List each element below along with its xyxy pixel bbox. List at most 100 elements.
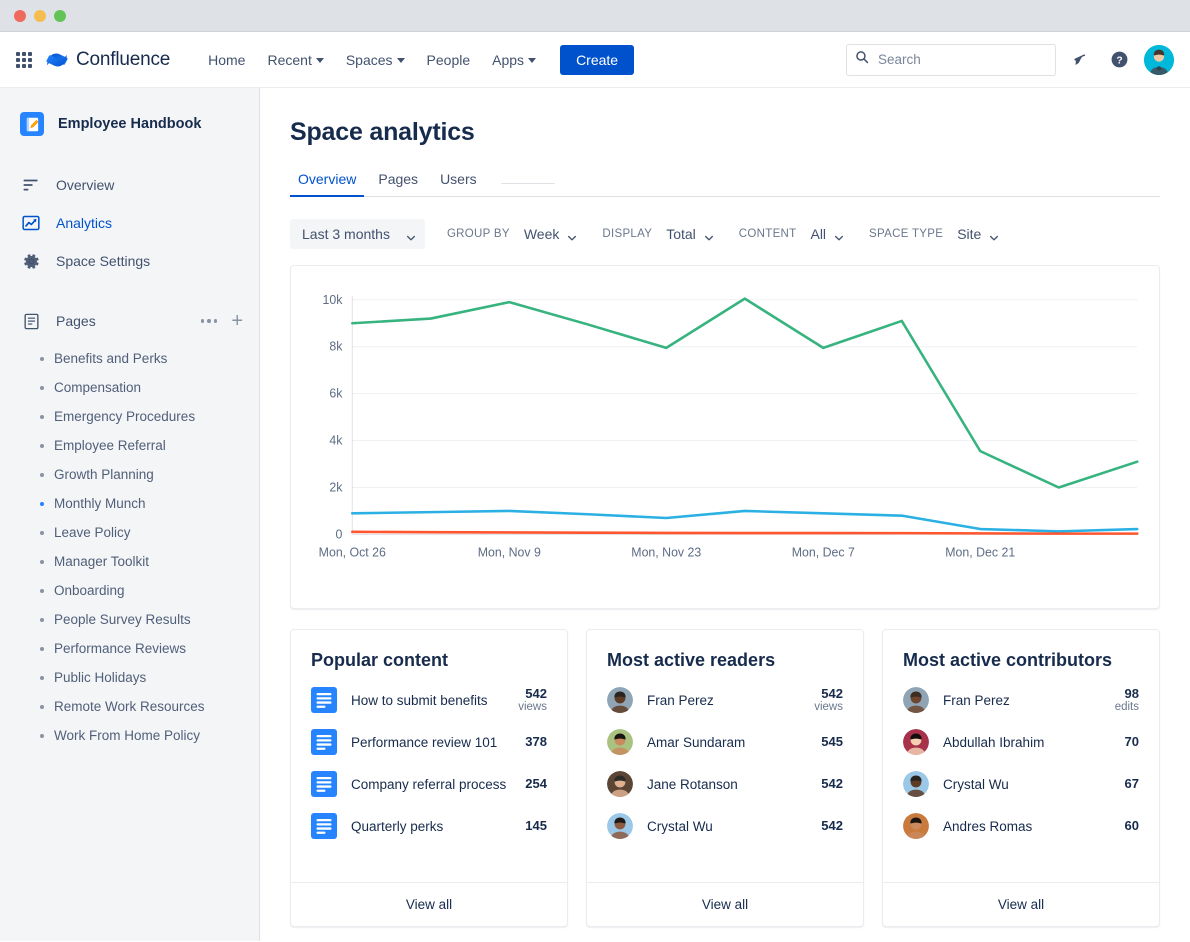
space-type-label: SPACE TYPE xyxy=(869,228,943,240)
view-all-link[interactable]: View all xyxy=(291,882,567,926)
sidebar-page-item-label: Compensation xyxy=(54,380,141,395)
sidebar-page-item[interactable]: Remote Work Resources xyxy=(0,692,259,721)
summary-card-list: How to submit benefits542views Performan… xyxy=(291,677,567,882)
list-item-metric-value: 545 xyxy=(821,735,843,749)
space-type-value: Site xyxy=(957,226,981,242)
sidebar-page-item[interactable]: Public Holidays xyxy=(0,663,259,692)
sidebar-page-item[interactable]: Emergency Procedures xyxy=(0,402,259,431)
sidebar-page-item-label: Employee Referral xyxy=(54,438,166,453)
plus-icon[interactable]: + xyxy=(231,314,243,328)
main-content: Space analytics Overview Pages Users Las… xyxy=(260,88,1190,941)
sidebar-page-item[interactable]: Leave Policy xyxy=(0,518,259,547)
nav-item-apps-label: Apps xyxy=(492,52,524,68)
notebook-pencil-icon xyxy=(20,112,44,136)
list-item[interactable]: Crystal Wu67 xyxy=(903,763,1139,805)
bullet-icon xyxy=(40,473,44,477)
list-item[interactable]: Fran Perez542views xyxy=(607,679,843,721)
list-item[interactable]: Andres Romas60 xyxy=(903,805,1139,847)
search-box[interactable] xyxy=(846,44,1056,76)
sidebar-item-analytics[interactable]: Analytics xyxy=(0,204,259,242)
user-avatar[interactable] xyxy=(1144,45,1174,75)
sidebar-page-item[interactable]: Monthly Munch xyxy=(0,489,259,518)
tabs-overflow-divider xyxy=(501,183,555,184)
window-close-button[interactable] xyxy=(14,10,26,22)
bullet-icon xyxy=(40,415,44,419)
sidebar-page-item[interactable]: Onboarding xyxy=(0,576,259,605)
date-range-dropdown[interactable]: Last 3 months xyxy=(290,219,425,249)
list-item[interactable]: Performance review 101 378 xyxy=(311,721,547,763)
tab-users[interactable]: Users xyxy=(432,165,485,197)
display-dropdown[interactable]: Total xyxy=(662,222,717,246)
sidebar-page-item[interactable]: Performance Reviews xyxy=(0,634,259,663)
sidebar-page-item[interactable]: Benefits and Perks xyxy=(0,344,259,373)
confluence-home-link[interactable]: Confluence xyxy=(46,49,170,71)
view-all-link[interactable]: View all xyxy=(883,882,1159,926)
nav-item-people-label: People xyxy=(427,52,471,68)
list-item[interactable]: Amar Sundaram 545 xyxy=(607,721,843,763)
sidebar-item-space-settings[interactable]: Space Settings xyxy=(0,242,259,280)
avatar xyxy=(903,687,929,713)
sidebar-page-item[interactable]: Compensation xyxy=(0,373,259,402)
list-item-metric: 542 xyxy=(821,777,843,791)
list-item-metric-value: 254 xyxy=(525,777,547,791)
list-item-label: Fran Perez xyxy=(943,693,1101,708)
list-item[interactable]: Abdullah Ibrahim70 xyxy=(903,721,1139,763)
tab-overview[interactable]: Overview xyxy=(290,165,364,197)
list-item[interactable]: Quarterly perks145 xyxy=(311,805,547,847)
list-item-metric: 378 xyxy=(525,735,547,749)
sidebar-page-item-label: People Survey Results xyxy=(54,612,191,627)
bullet-icon xyxy=(40,357,44,361)
more-dots-icon[interactable] xyxy=(201,319,218,323)
bell-icon[interactable] xyxy=(1068,47,1094,73)
nav-item-apps[interactable]: Apps xyxy=(482,46,546,74)
summary-card: Most active readers Fran Perez542views A… xyxy=(586,629,864,927)
list-item-label: Company referral process xyxy=(351,777,511,792)
analytics-line-chart[interactable]: 02k4k6k8k10kMon, Oct 26Mon, Nov 9Mon, No… xyxy=(290,265,1160,609)
sidebar-page-item-label: Monthly Munch xyxy=(54,496,146,511)
content-dropdown[interactable]: All xyxy=(806,222,847,246)
help-circle-icon[interactable]: ? xyxy=(1106,47,1132,73)
chart-canvas: 02k4k6k8k10kMon, Oct 26Mon, Nov 9Mon, No… xyxy=(291,266,1159,608)
avatar xyxy=(607,771,633,797)
list-item[interactable]: Company referral process 254 xyxy=(311,763,547,805)
nav-item-people[interactable]: People xyxy=(417,46,481,74)
chart-series-line xyxy=(352,532,1137,534)
summary-card-list: Fran Perez98edits Abdullah Ibrahim70 Cry… xyxy=(883,677,1159,882)
sidebar-page-item[interactable]: Work From Home Policy xyxy=(0,721,259,750)
sidebar-page-item[interactable]: Growth Planning xyxy=(0,460,259,489)
view-all-link[interactable]: View all xyxy=(587,882,863,926)
list-item-metric-value: 67 xyxy=(1125,777,1139,791)
sidebar-page-item[interactable]: Manager Toolkit xyxy=(0,547,259,576)
nav-item-home[interactable]: Home xyxy=(198,46,255,74)
sidebar-item-overview-label: Overview xyxy=(56,177,114,193)
list-item-label: Amar Sundaram xyxy=(647,735,807,750)
list-item-label: Performance review 101 xyxy=(351,735,511,750)
create-button[interactable]: Create xyxy=(560,45,634,75)
page-doc-icon xyxy=(311,729,337,755)
chart-y-tick-label: 2k xyxy=(329,480,343,494)
tab-pages[interactable]: Pages xyxy=(370,165,426,197)
sidebar-item-overview[interactable]: Overview xyxy=(0,166,259,204)
nav-item-spaces[interactable]: Spaces xyxy=(336,46,415,74)
space-header[interactable]: Employee Handbook xyxy=(0,106,259,136)
grid-apps-icon[interactable] xyxy=(12,48,36,72)
window-maximize-button[interactable] xyxy=(54,10,66,22)
space-type-dropdown[interactable]: Site xyxy=(953,222,1002,246)
list-item-label: Fran Perez xyxy=(647,693,800,708)
sidebar-pages-header[interactable]: Pages + xyxy=(0,302,259,340)
list-item[interactable]: How to submit benefits542views xyxy=(311,679,547,721)
list-item[interactable]: Fran Perez98edits xyxy=(903,679,1139,721)
sidebar-page-item[interactable]: People Survey Results xyxy=(0,605,259,634)
window-minimize-button[interactable] xyxy=(34,10,46,22)
list-item-metric-unit: edits xyxy=(1115,701,1139,713)
list-item-label: Quarterly perks xyxy=(351,819,511,834)
sidebar-page-item-label: Remote Work Resources xyxy=(54,699,205,714)
chart-x-tick-label: Mon, Dec 21 xyxy=(945,545,1015,559)
list-item[interactable]: Crystal Wu542 xyxy=(607,805,843,847)
sidebar-page-item[interactable]: Employee Referral xyxy=(0,431,259,460)
search-input[interactable] xyxy=(876,51,1047,68)
group-by-dropdown[interactable]: Week xyxy=(520,222,581,246)
avatar xyxy=(607,687,633,713)
list-item[interactable]: Jane Rotanson542 xyxy=(607,763,843,805)
nav-item-recent[interactable]: Recent xyxy=(257,46,333,74)
